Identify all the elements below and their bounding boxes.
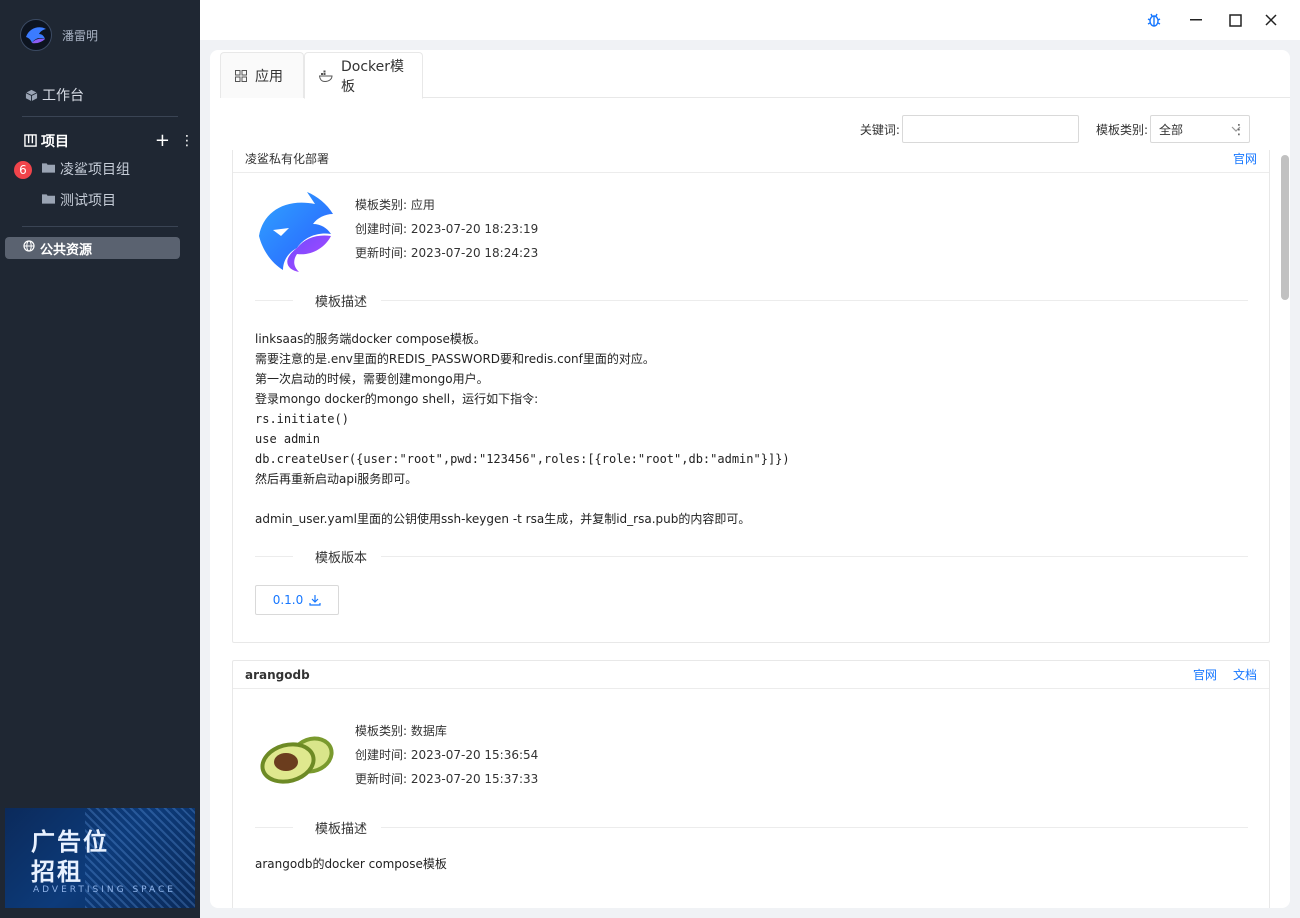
template-card: 凌鲨私有化部署 官网 模板类别: 应用 创建时间: 2023-07-20 18:… — [232, 150, 1270, 643]
desc-title: 模板描述 — [315, 821, 368, 837]
desc-line: use admin — [255, 432, 321, 446]
grid-icon — [235, 69, 247, 82]
download-version-button[interactable]: 0.1.0 — [255, 585, 339, 615]
docker-icon — [319, 70, 333, 82]
nav-workbench[interactable]: 工作台 — [24, 85, 84, 105]
desc-section-title: 模板描述 — [255, 290, 1248, 310]
template-description: linksaas的服务端docker compose模板。需要注意的是.env里… — [255, 329, 790, 529]
project-item-0[interactable]: 凌鲨项目组 — [42, 159, 130, 179]
keyword-input[interactable] — [901, 115, 1079, 143]
tab-bar: 应用 Docker模板 — [220, 50, 1290, 99]
close-icon[interactable] — [1261, 10, 1281, 30]
desc-line: 需要注意的是.env里面的REDIS_PASSWORD要和redis.conf里… — [255, 352, 655, 366]
desc-line: 然后再重新启动api服务即可。 — [255, 472, 418, 486]
desc-line: arangodb的docker compose模板 — [255, 857, 447, 871]
sidebar: 潘雷明 工作台 项目 + ⋮ 6 凌鲨项目组 测试项目 公共资源 广告位 招租 … — [0, 0, 200, 918]
user-row[interactable]: 潘雷明 — [20, 19, 98, 51]
nav-public-resources[interactable]: 公共资源 — [5, 237, 180, 259]
more-vertical-icon[interactable]: ⋮ — [180, 133, 194, 149]
template-logo — [255, 190, 335, 276]
tab-docker-templates[interactable]: Docker模板 — [304, 52, 423, 99]
download-icon — [309, 595, 321, 606]
titlebar — [200, 0, 1300, 40]
project-item-1[interactable]: 测试项目 — [42, 190, 116, 210]
tab-apps-label: 应用 — [255, 68, 283, 85]
ad-line2: 招租 — [31, 858, 83, 886]
category-value: 全部 — [1159, 122, 1184, 137]
updated-time: 更新时间: 2023-07-20 15:37:33 — [355, 772, 539, 786]
project-item-label: 测试项目 — [60, 193, 116, 209]
bug-report-icon[interactable] — [1144, 10, 1164, 30]
website-link[interactable]: 官网 — [1233, 150, 1257, 167]
card-title: 凌鲨私有化部署 — [245, 152, 330, 166]
template-category: 模板类别: 数据库 — [355, 724, 447, 738]
template-list: 凌鲨私有化部署 官网 模板类别: 应用 创建时间: 2023-07-20 18:… — [232, 150, 1272, 908]
website-link[interactable]: 官网 — [1193, 666, 1217, 683]
template-card: arangodb 官网 文档 模板类别: 数据库 创建时间: 2023-07-2… — [232, 660, 1270, 908]
divider — [22, 226, 178, 227]
folder-icon — [42, 161, 55, 177]
version-section-title: 模板版本 — [255, 546, 1248, 566]
ad-banner[interactable]: 广告位 招租 ADVERTISING SPACE — [5, 808, 195, 908]
avatar[interactable] — [20, 19, 52, 51]
card-header: arangodb 官网 文档 — [233, 661, 1269, 689]
desc-line: 登录mongo docker的mongo shell，运行如下指令: — [255, 392, 539, 406]
tab-docker-label: Docker模板 — [341, 58, 405, 95]
nav-public-resources-label: 公共资源 — [40, 242, 93, 258]
desc-section-title: 模板描述 — [255, 817, 1248, 837]
ad-line3: ADVERTISING SPACE — [33, 885, 176, 895]
scrollbar[interactable] — [1281, 155, 1289, 300]
desc-line: 第一次启动的时候，需要创建mongo用户。 — [255, 372, 489, 386]
template-description: arangodb的docker compose模板 — [255, 854, 447, 874]
card-meta: 模板类别: 数据库 创建时间: 2023-07-20 15:36:54 更新时间… — [355, 719, 538, 791]
card-meta: 模板类别: 应用 创建时间: 2023-07-20 18:23:19 更新时间:… — [355, 193, 538, 265]
shark-logo-icon — [259, 192, 333, 272]
project-board-icon — [24, 134, 37, 147]
template-category: 模板类别: 应用 — [355, 198, 435, 212]
version-label: 0.1.0 — [272, 593, 304, 607]
minimize-icon[interactable] — [1186, 10, 1206, 30]
category-label: 模板类别: — [1095, 122, 1148, 137]
projects-header: 项目 + ⋮ — [24, 130, 194, 151]
projects-label: 项目 — [41, 133, 69, 150]
avocado-icon — [260, 736, 334, 784]
created-time: 创建时间: 2023-07-20 15:36:54 — [355, 748, 539, 762]
template-logo — [258, 731, 336, 791]
card-header: 凌鲨私有化部署 官网 — [233, 150, 1269, 173]
keyword-label: 关键词: — [859, 122, 900, 137]
desc-line: admin_user.yaml里面的公钥使用ssh-keygen -t rsa生… — [255, 512, 751, 526]
nav-workbench-label: 工作台 — [42, 88, 84, 104]
desc-line: linksaas的服务端docker compose模板。 — [255, 332, 486, 346]
globe-icon — [23, 240, 35, 256]
tab-apps[interactable]: 应用 — [220, 52, 304, 98]
desc-title: 模板描述 — [315, 294, 368, 310]
divider — [22, 116, 178, 117]
add-project-icon[interactable]: + — [155, 130, 170, 151]
desc-line — [255, 489, 790, 509]
card-title: arangodb — [245, 667, 310, 682]
created-time: 创建时间: 2023-07-20 18:23:19 — [355, 222, 539, 236]
shark-logo-icon — [26, 27, 46, 44]
desc-line: db.createUser({user:"root",pwd:"123456",… — [255, 452, 790, 466]
updated-time: 更新时间: 2023-07-20 18:24:23 — [355, 246, 539, 260]
folder-icon — [42, 192, 55, 208]
docs-link[interactable]: 文档 — [1233, 666, 1257, 683]
more-options-icon[interactable]: ⋮ — [1232, 122, 1246, 138]
notification-badge: 6 — [14, 161, 32, 179]
filter-bar: 关键词: 模板类别: 全部 — [860, 115, 1250, 143]
version-title: 模板版本 — [315, 550, 368, 566]
cube-icon — [24, 88, 38, 102]
maximize-icon[interactable] — [1225, 10, 1245, 30]
main-panel: 应用 Docker模板 关键词: 模板类别: 全部 ⋮ 凌鲨私有化部署 官网 模… — [210, 50, 1290, 908]
desc-line: rs.initiate() — [255, 412, 349, 426]
user-name: 潘雷明 — [62, 28, 99, 43]
project-item-label: 凌鲨项目组 — [60, 162, 130, 178]
